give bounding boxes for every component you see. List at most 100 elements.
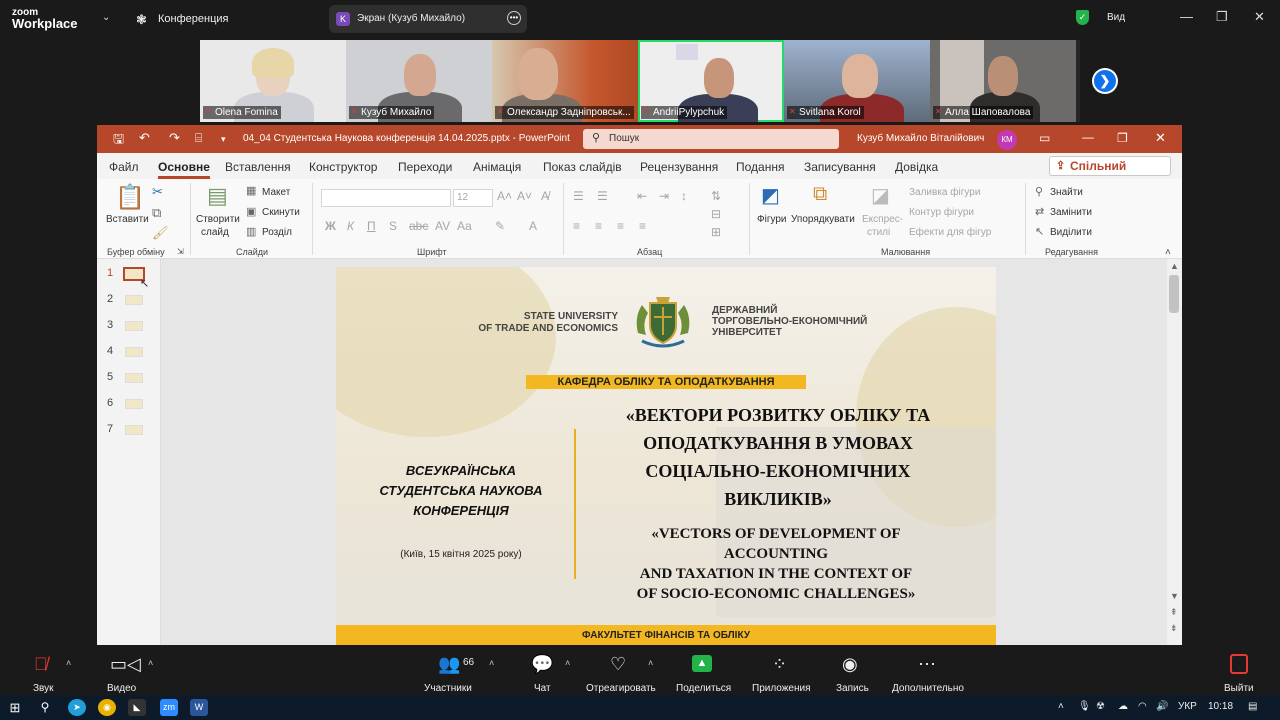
pp-restore-icon[interactable]: ❐: [1117, 131, 1128, 145]
notifications-icon[interactable]: ▤: [1248, 701, 1257, 712]
slide-thumbnail[interactable]: [125, 347, 143, 357]
tab-view[interactable]: Подання: [736, 160, 784, 174]
slide-thumbnail[interactable]: [125, 373, 143, 383]
spacing-icon[interactable]: AV: [435, 219, 450, 233]
participant-tile[interactable]: Олександр Задніпровськ...: [492, 40, 638, 122]
increase-font-icon[interactable]: A˄: [497, 189, 512, 203]
chat-button[interactable]: Чат: [534, 683, 551, 694]
redo-icon[interactable]: ↷: [169, 130, 180, 146]
video-button[interactable]: Видео: [107, 683, 136, 694]
copy-icon[interactable]: ⧉: [152, 205, 161, 221]
shadow-icon[interactable]: S: [389, 219, 397, 233]
shape-outline-button[interactable]: Контур фігури: [909, 207, 974, 218]
chat-options-caret[interactable]: ˄: [565, 658, 570, 668]
new-slide-icon[interactable]: ▤: [207, 183, 228, 209]
font-size-input[interactable]: 12: [453, 189, 493, 207]
share-screen-icon[interactable]: ▲: [692, 655, 712, 672]
numbering-icon[interactable]: ☰: [597, 189, 608, 203]
apps-icon[interactable]: ⁘: [772, 654, 787, 675]
font-color-icon[interactable]: A: [529, 219, 537, 233]
align-left-icon[interactable]: ≡: [573, 219, 580, 233]
tab-home[interactable]: Основне: [158, 160, 210, 179]
align-right-icon[interactable]: ≡: [617, 219, 624, 233]
search-box[interactable]: ⚲ Пошук: [583, 129, 839, 149]
expand-icon[interactable]: ⇲: [177, 247, 184, 256]
clear-format-icon[interactable]: A̸: [541, 189, 549, 203]
wifi-icon[interactable]: ◠: [1138, 701, 1147, 712]
tab-insert[interactable]: Вставлення: [225, 160, 291, 174]
ribbon-display-icon[interactable]: ▭: [1039, 131, 1050, 145]
quick-styles-icon[interactable]: ◪: [871, 183, 890, 208]
tab-transitions[interactable]: Переходи: [398, 160, 452, 174]
more-icon[interactable]: ⋯: [918, 654, 936, 675]
slide-thumbnail[interactable]: [125, 321, 143, 331]
audio-options-caret[interactable]: ˄: [66, 658, 71, 668]
collapse-ribbon-icon[interactable]: ˄: [1165, 247, 1171, 258]
chevron-down-icon[interactable]: ⌄: [102, 12, 110, 23]
scroll-down-icon[interactable]: ▼: [1170, 591, 1179, 601]
tray-cloud-icon[interactable]: ☁: [1118, 701, 1128, 712]
share-button[interactable]: ⇪ Спільний доступ: [1049, 156, 1171, 191]
arrange-button[interactable]: Упорядкувати: [791, 214, 855, 225]
chrome-icon[interactable]: ◉: [98, 699, 116, 716]
chat-icon[interactable]: 💬: [531, 654, 553, 675]
participant-tile[interactable]: Olena Fomina: [200, 40, 346, 122]
customize-toolbar-icon[interactable]: ▾: [221, 134, 226, 145]
react-button[interactable]: Отреагировать: [586, 683, 656, 694]
quick-styles-line1[interactable]: Експрес-: [862, 214, 903, 225]
bullets-icon[interactable]: ☰: [573, 189, 584, 203]
user-avatar[interactable]: КМ: [997, 130, 1017, 150]
participant-tile-active-speaker[interactable]: AndriiPylypchuk: [638, 40, 784, 122]
save-icon[interactable]: 🖫: [113, 130, 124, 152]
volume-icon[interactable]: 🔊: [1156, 701, 1168, 712]
italic-icon[interactable]: К: [347, 219, 354, 233]
zoom-app-icon[interactable]: zm: [160, 699, 178, 716]
undo-icon[interactable]: ↶: [139, 130, 150, 146]
highlight-icon[interactable]: ✎: [495, 219, 505, 233]
next-participants-button[interactable]: ❯: [1092, 68, 1118, 94]
leave-icon[interactable]: [1230, 654, 1248, 674]
tab-slideshow[interactable]: Показ слайдів: [543, 160, 622, 174]
quick-styles-line2[interactable]: стилі: [867, 227, 890, 238]
justify-icon[interactable]: ≡: [639, 219, 646, 233]
decrease-font-icon[interactable]: A˅: [517, 189, 532, 203]
find-button[interactable]: Знайти: [1050, 187, 1083, 198]
video-options-caret[interactable]: ˄: [148, 658, 153, 668]
slide-thumbnail[interactable]: [125, 399, 143, 409]
participant-tile[interactable]: Кузуб Михайло: [346, 40, 492, 122]
line-spacing-icon[interactable]: ↕: [681, 189, 687, 203]
present-icon[interactable]: ⌸: [195, 131, 202, 146]
bold-icon[interactable]: Ж: [325, 219, 336, 233]
leave-button[interactable]: Выйти: [1224, 683, 1254, 694]
scroll-up-icon[interactable]: ▲: [1170, 261, 1179, 271]
apps-button[interactable]: Приложения: [752, 683, 811, 694]
search-icon[interactable]: ⚲: [36, 699, 54, 716]
more-button[interactable]: Дополнительно: [892, 683, 964, 694]
participant-tile[interactable]: Алла Шаповалова: [930, 40, 1076, 122]
tab-file[interactable]: Файл: [109, 160, 139, 174]
restore-button[interactable]: ❐: [1216, 9, 1228, 25]
audio-button[interactable]: Звук: [33, 683, 54, 694]
underline-icon[interactable]: П: [367, 219, 376, 233]
format-painter-icon[interactable]: 🖌: [152, 225, 169, 241]
layout-button[interactable]: Макет: [262, 187, 290, 198]
tray-mic-icon[interactable]: 🎙: [1078, 701, 1091, 712]
shapes-button[interactable]: Фігури: [757, 214, 787, 225]
participants-button[interactable]: Участники: [424, 683, 472, 694]
cut-icon[interactable]: ✂: [152, 184, 163, 200]
replace-button[interactable]: Замінити: [1050, 207, 1092, 218]
indent-decrease-icon[interactable]: ⇤: [637, 189, 647, 203]
heart-react-icon[interactable]: ♡: [610, 654, 626, 675]
align-center-icon[interactable]: ≡: [595, 219, 602, 233]
tray-expand-icon[interactable]: ˄: [1058, 701, 1064, 712]
font-name-input[interactable]: [321, 189, 451, 207]
screen-share-indicator[interactable]: K Экран (Кузуб Михайло) •••: [329, 5, 527, 33]
arrange-icon[interactable]: ⧉: [813, 183, 827, 206]
video-camera-icon[interactable]: ▭◁: [110, 654, 141, 675]
tab-recording[interactable]: Записування: [804, 160, 876, 174]
clock[interactable]: 10:18: [1208, 701, 1233, 712]
shape-effects-button[interactable]: Ефекти для фігур: [909, 227, 991, 238]
minimize-button[interactable]: —: [1180, 9, 1193, 24]
scrollbar-thumb[interactable]: [1169, 275, 1179, 313]
pp-minimize-icon[interactable]: —: [1082, 130, 1094, 144]
